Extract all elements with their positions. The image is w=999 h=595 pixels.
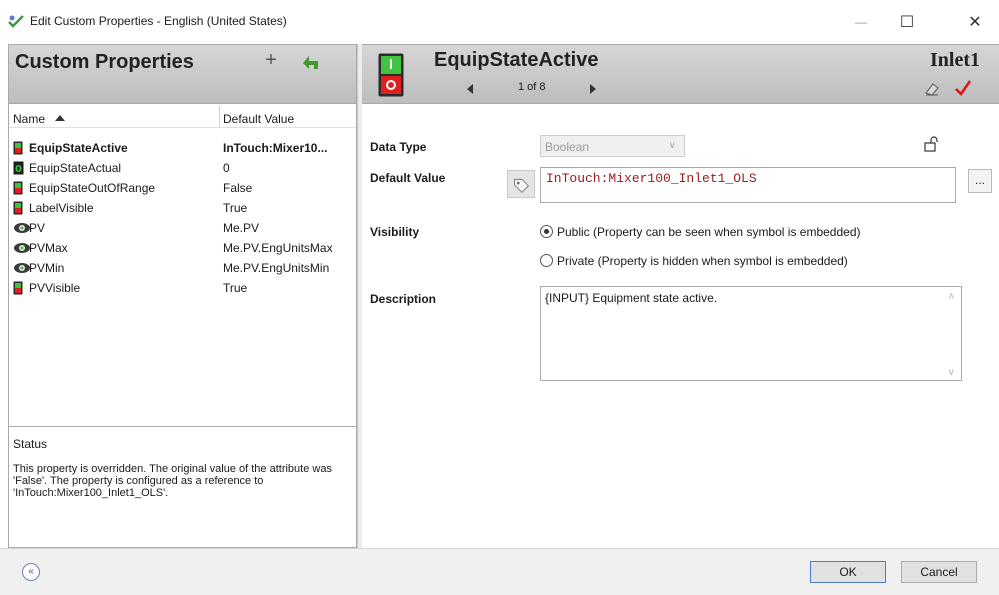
property-row[interactable]: 0 EquipStateActual 0 (9, 160, 356, 176)
ok-button[interactable]: OK (810, 561, 886, 583)
default-value-input[interactable]: InTouch:Mixer100_Inlet1_OLS (540, 167, 956, 203)
visibility-label: Visibility (370, 225, 420, 239)
default-value-column-header[interactable]: Default Value (223, 112, 294, 126)
switch-icon (13, 181, 25, 195)
property-name: EquipStateOutOfRange (29, 181, 156, 195)
private-radio[interactable] (540, 254, 553, 267)
integer-icon: 0 (13, 161, 25, 175)
minimize-icon: — (855, 15, 867, 29)
svg-text:0: 0 (15, 164, 22, 175)
column-divider[interactable] (219, 106, 220, 128)
dialog-footer: « OK Cancel (0, 548, 999, 595)
unlock-icon[interactable] (924, 136, 938, 152)
property-default-value: InTouch:Mixer10... (223, 141, 328, 155)
status-text: This property is overridden. The origina… (13, 463, 332, 499)
data-type-select: Boolean ∨ (540, 135, 685, 157)
apply-check-icon[interactable] (954, 79, 972, 97)
property-name: EquipStateActive (29, 141, 128, 155)
window-title: Edit Custom Properties - English (United… (30, 14, 287, 28)
default-value-label: Default Value (370, 171, 446, 185)
property-default-value: Me.PV.EngUnitsMax (223, 241, 333, 255)
scroll-up-icon[interactable]: ∧ (948, 291, 955, 302)
private-radio-row[interactable]: Private (Property is hidden when symbol … (540, 254, 848, 268)
property-default-value: True (223, 281, 248, 295)
name-column-header[interactable]: Name (13, 112, 45, 126)
property-detail-header: EquipStateActive 1 of 8 Inlet1 (362, 44, 999, 104)
data-type-label: Data Type (370, 140, 427, 154)
import-icon[interactable] (301, 53, 321, 71)
switch-icon (13, 281, 25, 295)
sort-ascending-icon[interactable] (55, 115, 65, 121)
property-name: PV (29, 221, 46, 235)
private-option-label: Private (Property is hidden when symbol … (557, 254, 848, 268)
property-row[interactable]: PVMin Me.PV.EngUnitsMin (9, 260, 356, 276)
switch-icon (13, 141, 25, 155)
property-row[interactable]: PVMax Me.PV.EngUnitsMax (9, 240, 356, 256)
property-name: PVMax (29, 241, 68, 255)
property-row[interactable]: PV Me.PV (9, 220, 356, 236)
property-name-title: EquipStateActive (434, 49, 599, 71)
public-radio[interactable] (540, 225, 553, 238)
status-title: Status (13, 437, 48, 451)
panel-title: Custom Properties (15, 51, 194, 73)
description-textarea[interactable]: {INPUT} Equipment state active. ∧ ∨ (540, 286, 962, 381)
description-label: Description (370, 292, 437, 306)
close-button[interactable]: ✕ (952, 0, 998, 44)
public-option-label: Public (Property can be seen when symbol… (557, 225, 861, 239)
property-form: Data Type Boolean ∨ Default Value InTouc… (362, 104, 999, 548)
minimize-button[interactable]: — (838, 0, 884, 44)
data-type-value: Boolean (545, 140, 590, 154)
property-default-value: Me.PV.EngUnitsMin (223, 261, 330, 275)
properties-grid: Name Default Value EquipStateActive InTou… (8, 104, 357, 426)
property-row[interactable]: EquipStateActive InTouch:Mixer10... (9, 140, 356, 156)
description-text: {INPUT} Equipment state active. (545, 291, 718, 305)
instance-name: Inlet1 (930, 49, 980, 71)
property-row[interactable]: EquipStateOutOfRange False (9, 180, 356, 196)
property-name: PVMin (29, 261, 65, 275)
property-position: 1 of 8 (518, 81, 546, 93)
property-default-value: Me.PV (223, 221, 260, 235)
grid-header: Name Default Value (9, 106, 356, 128)
scroll-down-icon[interactable]: ∨ (948, 367, 955, 378)
reference-tag-icon[interactable] (507, 170, 535, 198)
property-default-value: False (223, 181, 253, 195)
collapse-icon[interactable]: « (22, 563, 40, 581)
title-bar: Edit Custom Properties - English (United… (0, 0, 999, 44)
next-property-icon[interactable] (590, 84, 596, 94)
property-row[interactable]: LabelVisible True (9, 200, 356, 216)
custom-properties-header: Custom Properties + (8, 44, 357, 104)
previous-property-icon[interactable] (467, 84, 473, 94)
maximize-icon: ☐ (899, 14, 915, 31)
property-name: EquipStateActual (29, 161, 122, 175)
public-radio-row[interactable]: Public (Property can be seen when symbol… (540, 225, 861, 239)
property-name: PVVisible (29, 281, 81, 295)
boolean-switch-icon (378, 53, 404, 97)
chevron-down-icon: ∨ (668, 140, 676, 151)
property-name: LabelVisible (29, 201, 94, 215)
property-row[interactable]: PVVisible True (9, 280, 356, 296)
add-property-button[interactable]: + (261, 49, 281, 71)
eraser-icon[interactable] (924, 81, 940, 97)
browse-button[interactable]: ... (968, 169, 992, 193)
property-default-value: True (223, 201, 248, 215)
app-icon (8, 15, 24, 28)
cancel-button[interactable]: Cancel (901, 561, 977, 583)
property-default-value: 0 (223, 161, 230, 175)
switch-icon (13, 201, 25, 215)
status-panel: Status This property is overridden. The … (8, 426, 357, 548)
maximize-button[interactable]: ☐ (884, 0, 930, 44)
close-icon: ✕ (968, 14, 982, 31)
